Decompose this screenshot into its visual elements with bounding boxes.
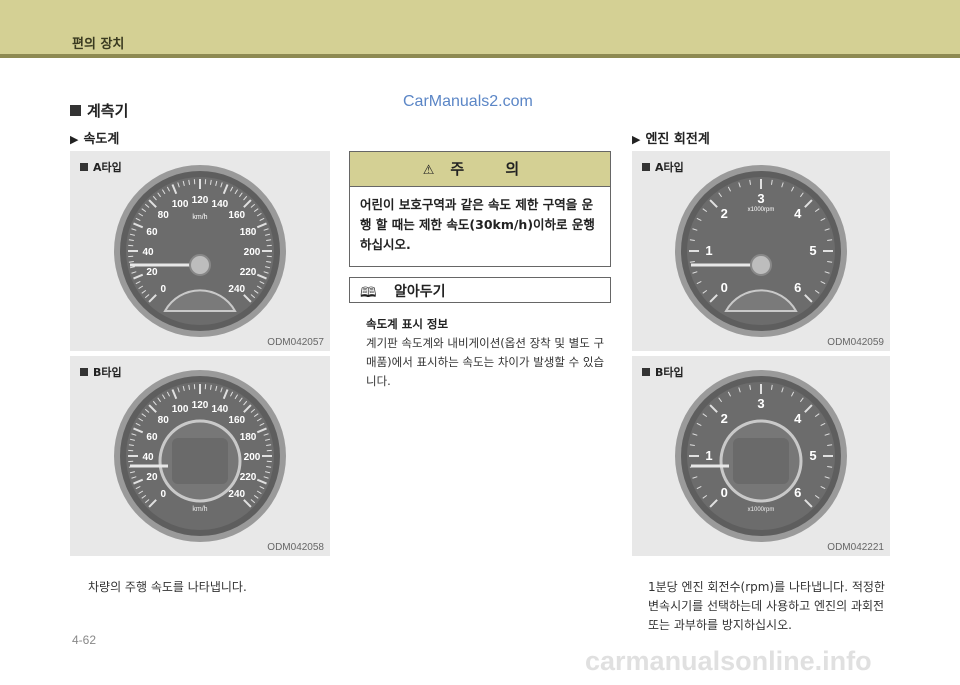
note-title: 알아두기 (394, 284, 446, 300)
gauge-tick-label: 1 (705, 448, 712, 463)
image-code: ODM042221 (827, 542, 884, 553)
gauge-tick-label: 4 (794, 411, 802, 426)
image-code: ODM042059 (827, 337, 884, 348)
gauge-tick-label: 5 (809, 448, 816, 463)
caution-title: 주 의 (450, 160, 538, 178)
tachometer-title: 엔진 회전계 (645, 132, 710, 147)
gauge-tick-label: 6 (794, 485, 801, 500)
gauge-tick-label: 220 (240, 472, 257, 483)
gauge-tick-label: 180 (240, 227, 257, 238)
speedometer-b-gauge: 020 40 6080100 120 140160 180 200 220 240 km/h (114, 370, 286, 542)
gauge-tick-label: 3 (757, 191, 764, 206)
gauge-unit: x1000rpm (748, 507, 775, 513)
gauge-tick-label: 20 (146, 267, 158, 278)
gauge-unit: x1000rpm (748, 207, 775, 213)
triangle-bullet-icon: ▶ (70, 133, 79, 146)
square-bullet-icon (642, 368, 650, 376)
note-subtitle: 속도계 표시 정보 (366, 317, 449, 331)
tachometer-caption: 1분당 엔진 회전수(rpm)를 나타냅니다. 적정한 변속시기를 선택하는데 … (648, 580, 885, 632)
gauge-tick-label: 100 (172, 404, 189, 415)
book-icon: 🕮 (360, 285, 377, 301)
caution-text: 어린이 보호구역과 같은 속도 제한 구역을 운행 할 때는 제한 속도(30k… (360, 197, 595, 252)
gauge-tick-label: 180 (240, 432, 257, 443)
watermark: CarManuals2.com (403, 93, 533, 110)
gauge-tick-label: 0 (160, 284, 166, 295)
gauge-tick-label: 80 (158, 415, 170, 426)
gauge-tick-label: 40 (142, 452, 154, 463)
tachometer-a-gauge: 0 1 2 3 4 5 6 x1000rpm (675, 165, 847, 337)
triangle-bullet-icon: ▶ (632, 133, 641, 146)
square-bullet-icon (80, 368, 88, 376)
gauge-tick-label: 0 (721, 280, 728, 295)
tachometer-heading: ▶ 엔진 회전계 (632, 128, 710, 147)
needle-hub (750, 254, 772, 276)
square-bullet-icon (642, 163, 650, 171)
gauge-tick-label: 4 (794, 206, 802, 221)
gauge-tick-label: 3 (757, 396, 764, 411)
image-code: ODM042057 (267, 337, 324, 348)
gauge-tick-label: 200 (244, 247, 261, 258)
page-number: 4-62 (72, 633, 97, 647)
speedometer-caption: 차량의 주행 속도를 나타냅니다. (88, 580, 247, 594)
gauge-tick-label: 5 (809, 243, 816, 258)
gauge-tick-label: 0 (721, 485, 728, 500)
gauge-tick-label: 0 (160, 489, 166, 500)
gauge-tick-label: 240 (228, 284, 245, 295)
gauge-tick-label: 2 (721, 206, 728, 221)
header-bar (0, 0, 960, 54)
gauge-tick-label: 160 (228, 415, 245, 426)
square-bullet-icon (70, 105, 81, 116)
header-divider (0, 54, 960, 58)
speedometer-a-panel: A타입 0 20 40 60 80 100 120 140 160 180 200 220 240 km… (70, 151, 330, 351)
speedometer-title: 속도계 (83, 132, 120, 147)
section-title-text: 계측기 (87, 102, 129, 120)
gauge-tick-label: 100 (172, 199, 189, 210)
gauge-tick-label: 1 (705, 243, 712, 258)
gauge-tick-label: 240 (228, 489, 245, 500)
caution-header: ⚠ 주 의 (350, 152, 610, 187)
gauge-tick-label: 2 (721, 411, 728, 426)
square-bullet-icon (80, 163, 88, 171)
footer-watermark: carmanualsonline.info (585, 646, 872, 676)
speedometer-b-panel: B타입 0 20 40 60 80 100 120 140 160 180 200 220 240 km… (70, 356, 330, 556)
note-box: 🕮 알아두기 (349, 277, 611, 303)
gauge-tick-label: 220 (240, 267, 257, 278)
gauge-tick-label: 60 (146, 432, 158, 443)
gauge-unit: km/h (192, 214, 207, 221)
tachometer-b-gauge: 0 1 2 3 4 5 6 x1000rpm (675, 370, 847, 542)
gauge-tick-label: 120 (192, 400, 209, 411)
tachometer-b-panel: B타입 0123456 x1000rpm ODM042221 (632, 356, 890, 556)
caution-box: ⚠ 주 의 어린이 보호구역과 같은 속도 제한 구역을 운행 할 때는 제한 속… (349, 151, 611, 267)
gauge-tick-label: 160 (228, 210, 245, 221)
gauge-tick-label: 40 (142, 247, 154, 258)
tachometer-a-panel: A타입 0123456 x1000rpm ODM042059 (632, 151, 890, 351)
note-text: 계기판 속도계와 내비게이션(옵션 장착 및 별도 구매품)에서 표시하는 속도… (366, 336, 605, 388)
section-title: 계측기 (70, 100, 128, 121)
gauge-tick-label: 140 (212, 199, 229, 210)
gauge-unit: km/h (192, 506, 207, 513)
image-code: ODM042058 (267, 542, 324, 553)
gauge-tick-label: 200 (244, 452, 261, 463)
gauge-tick-label: 20 (146, 472, 158, 483)
gauge-tick-label: 6 (794, 280, 801, 295)
speedometer-a-gauge: 020 40 6080100 120 140160 180 200 220 240 km/h (114, 165, 286, 337)
gauge-tick-label: 120 (192, 195, 209, 206)
warning-triangle-icon: ⚠ (422, 163, 435, 178)
gauge-tick-label: 140 (212, 404, 229, 415)
chapter-title: 편의 장치 (72, 37, 125, 52)
speedometer-heading: ▶ 속도계 (70, 128, 119, 147)
needle-hub (189, 254, 211, 276)
gauge-tick-label: 80 (158, 210, 170, 221)
gauge-tick-label: 60 (146, 227, 158, 238)
